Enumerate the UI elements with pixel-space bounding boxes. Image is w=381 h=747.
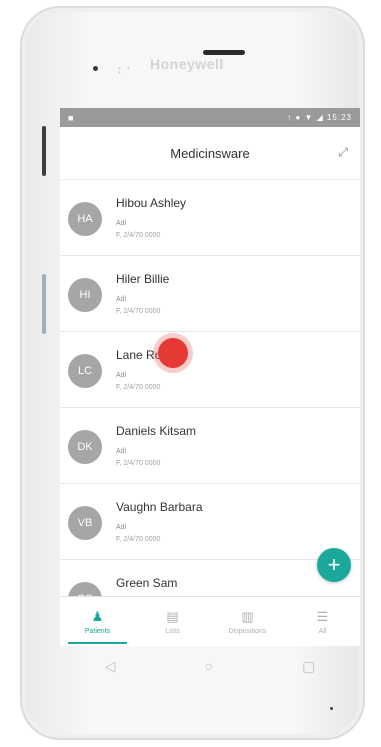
system-navigation-bar: ◁ ○ ▢ xyxy=(60,646,360,686)
app-header: Medicinsware ⤢ xyxy=(60,127,360,180)
patient-dob: F, 2/4/70 0000 xyxy=(116,460,161,467)
microphone-hole xyxy=(330,707,333,710)
side-button-power xyxy=(42,126,46,176)
proximity-sensor: • • • xyxy=(118,64,132,77)
page-title: Medicinsware xyxy=(170,145,250,161)
tab-dispositions[interactable]: ▥ Dispositions xyxy=(210,597,285,646)
patient-type: Adl xyxy=(116,448,127,455)
patient-name: Vaughn Barbara xyxy=(116,500,203,514)
list-item[interactable]: HA Hibou Ashley Adl F, 2/4/70 0000 xyxy=(60,180,360,256)
patient-name: Daniels Kitsam xyxy=(116,424,197,438)
list-item[interactable]: HI Hiler Billie Adl F, 2/4/70 0000 xyxy=(60,256,360,332)
tab-label: Lists xyxy=(165,627,180,635)
patient-list: HA Hibou Ashley Adl F, 2/4/70 0000 HI Hi… xyxy=(60,180,360,636)
patient-type: Adl xyxy=(116,372,127,379)
patient-dob: F, 2/4/70 0000 xyxy=(116,308,161,315)
avatar: VB xyxy=(68,506,102,540)
list-icon: ▤ xyxy=(166,608,179,624)
person-icon: ♟ xyxy=(91,608,104,624)
bottom-navigation: ♟ Patients ▤ Lists ▥ Dispositions ☰ All xyxy=(60,596,360,646)
avatar: DK xyxy=(68,430,102,464)
list-item[interactable]: DK Daniels Kitsam Adl F, 2/4/70 0000 xyxy=(60,408,360,484)
touch-indicator xyxy=(158,338,188,368)
recent-apps-icon[interactable]: ▢ xyxy=(302,658,315,675)
menu-icon: ☰ xyxy=(316,608,329,624)
patient-name: Hibou Ashley xyxy=(116,196,187,210)
side-button-scan xyxy=(42,274,46,334)
patient-type: Adl xyxy=(116,524,127,531)
tab-label: Patients xyxy=(84,627,111,635)
list-item[interactable]: VB Vaughn Barbara Adl F, 2/4/70 0000 xyxy=(60,484,360,560)
back-icon[interactable]: ◁ xyxy=(105,658,116,675)
patient-name: Green Sam xyxy=(116,576,178,590)
status-bar: ■ ↑ ● ▼ ◢ 15:23 xyxy=(60,108,360,127)
tab-label: Dispositions xyxy=(228,627,267,635)
clipboard-icon: ▥ xyxy=(241,608,254,624)
expand-icon[interactable]: ⤢ xyxy=(338,145,348,160)
earpiece-speaker xyxy=(203,50,245,55)
status-icons-clock: ↑ ● ▼ ◢ 15:23 xyxy=(287,113,352,122)
tab-label: All xyxy=(318,627,327,635)
patient-type: Adl xyxy=(116,220,127,227)
avatar: HA xyxy=(68,202,102,236)
tab-lists[interactable]: ▤ Lists xyxy=(135,597,210,646)
tab-all[interactable]: ☰ All xyxy=(285,597,360,646)
avatar: LC xyxy=(68,354,102,388)
notification-icon: ■ xyxy=(68,112,74,123)
add-patient-button[interactable]: + xyxy=(317,548,351,582)
brand-logo: Honeywell xyxy=(150,56,224,72)
front-camera xyxy=(93,66,98,71)
patient-dob: F, 2/4/70 0000 xyxy=(116,232,161,239)
patient-dob: F, 2/4/70 0000 xyxy=(116,384,161,391)
patient-dob: F, 2/4/70 0000 xyxy=(116,536,161,543)
screen: ■ ↑ ● ▼ ◢ 15:23 Medicinsware ⤢ HA Hibou … xyxy=(60,108,360,646)
patient-name: Hiler Billie xyxy=(116,272,170,286)
patient-type: Adl xyxy=(116,296,127,303)
tab-patients[interactable]: ♟ Patients xyxy=(60,597,135,646)
avatar: HI xyxy=(68,278,102,312)
list-item[interactable]: LC Lane Robins Adl F, 2/4/70 0000 xyxy=(60,332,360,408)
home-icon[interactable]: ○ xyxy=(205,658,213,674)
